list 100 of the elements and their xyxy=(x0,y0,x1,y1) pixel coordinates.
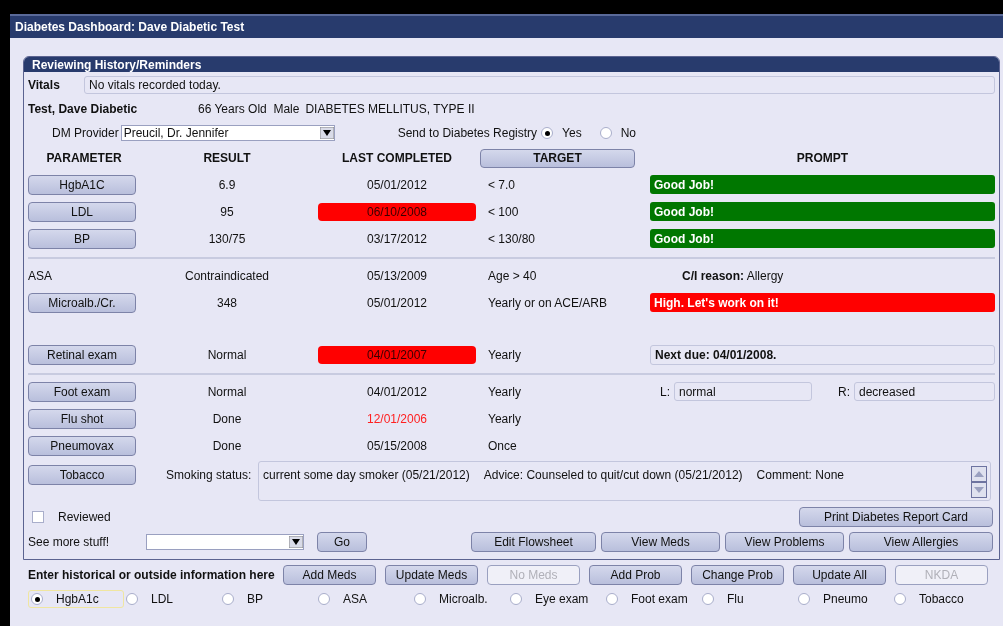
patient-age-sex: 66 Years Old Male xyxy=(198,100,300,118)
view-button[interactable]: View Allergies xyxy=(849,532,993,552)
column-header-button[interactable]: TARGET xyxy=(480,148,635,168)
parameter-button[interactable]: HgbA1C xyxy=(28,174,136,195)
advice-text: Advice: Counseled to quit/cut down (05/21/2012) xyxy=(483,467,743,484)
radio-label: No xyxy=(620,125,636,142)
target-value: Yearly or on ACE/ARB xyxy=(487,294,608,312)
radio-button[interactable] xyxy=(222,593,234,605)
right-label: R: xyxy=(838,383,850,401)
target-value: Yearly xyxy=(487,410,522,428)
radio-button[interactable] xyxy=(798,593,810,605)
parameter-button[interactable]: Foot exam xyxy=(28,381,136,402)
go-button[interactable]: Go xyxy=(317,532,367,552)
result-value: 130/75 xyxy=(207,230,247,248)
result-value: Normal xyxy=(206,346,248,364)
radio-button[interactable] xyxy=(510,593,522,605)
prompt-bar: Good Job! xyxy=(650,229,995,248)
prompt-bar: Good Job! xyxy=(650,202,995,221)
column-header: PARAMETER xyxy=(45,150,123,167)
parameter-button[interactable]: LDL xyxy=(28,201,136,222)
print-button[interactable]: Print Diabetes Report Card xyxy=(799,507,993,527)
target-value: Once xyxy=(487,437,518,455)
entry-button[interactable]: Update Meds xyxy=(385,565,478,585)
radio-label: Yes xyxy=(562,125,582,142)
entry-label: Enter historical or outside information here xyxy=(27,567,276,584)
comment-text: Comment: None xyxy=(756,467,844,484)
result-value: 6.9 xyxy=(217,176,237,194)
last-completed-date: 05/01/2012 xyxy=(366,176,428,194)
checkbox-label: Reviewed xyxy=(58,509,111,526)
result-value: Done xyxy=(211,410,243,428)
vitals-field: No vitals recorded today. xyxy=(84,76,995,94)
window-title-bar: Diabetes Dashboard: Dave Diabetic Test xyxy=(10,14,1003,38)
radio-button[interactable] xyxy=(702,593,714,605)
parameter-button[interactable]: Microalb./Cr. xyxy=(28,292,136,313)
result-value: 348 xyxy=(216,294,238,312)
radio-button[interactable] xyxy=(318,593,330,605)
parameter-button[interactable]: Retinal exam xyxy=(28,344,136,365)
target-value: < 100 xyxy=(487,203,520,221)
vitals-label: Vitals xyxy=(28,77,61,94)
scroll-arrows-icon[interactable] xyxy=(971,466,987,498)
dropdown-arrow-icon[interactable] xyxy=(289,536,303,548)
entry-button[interactable]: Change Prob xyxy=(691,565,784,585)
provider-dropdown[interactable]: Preucil, Dr. Jennifer xyxy=(120,125,335,141)
column-header: LAST COMPLETED xyxy=(341,150,453,167)
entry-button[interactable]: Add Meds xyxy=(283,565,376,585)
radio-label: Eye exam xyxy=(535,591,589,608)
radio-button[interactable] xyxy=(541,127,554,139)
radio-button[interactable] xyxy=(606,593,618,605)
radio-button[interactable] xyxy=(599,127,612,139)
diagnosis: DIABETES MELLITUS, TYPE II xyxy=(305,100,475,118)
column-header: PROMPT xyxy=(795,150,850,167)
target-value: Yearly xyxy=(487,346,522,364)
last-completed-date: 05/01/2012 xyxy=(366,294,428,312)
entry-button[interactable]: Add Prob xyxy=(589,565,682,585)
result-value: Done xyxy=(211,437,243,455)
last-completed-date: 04/01/2012 xyxy=(366,383,428,401)
radio-label: Tobacco xyxy=(919,591,964,608)
right-field[interactable]: decreased xyxy=(854,382,995,401)
radio-label: Pneumo xyxy=(823,591,868,608)
parameter-button[interactable]: Pneumovax xyxy=(28,435,136,456)
last-completed-date: 06/10/2008 xyxy=(318,202,476,221)
prompt-note: Next due: 04/01/2008. xyxy=(650,344,995,365)
prompt-bar: Good Job! xyxy=(650,175,995,194)
column-header: RESULT xyxy=(202,150,252,167)
patient-name: Test, Dave Diabetic xyxy=(28,100,139,118)
view-button[interactable]: View Problems xyxy=(725,532,844,552)
contraindication-reason: C/I reason: Allergy xyxy=(681,267,785,285)
radio-label: HgbA1c xyxy=(56,591,99,608)
see-more-label: See more stuff! xyxy=(28,534,111,551)
last-completed-date: 05/13/2009 xyxy=(366,267,428,285)
radio-button[interactable] xyxy=(414,593,426,605)
radio-button[interactable] xyxy=(31,593,43,605)
radio-label: ASA xyxy=(343,591,367,608)
reviewed-checkbox[interactable] xyxy=(32,511,44,523)
prompt-bar: High. Let's work on it! xyxy=(650,293,995,312)
parameter-button[interactable]: Flu shot xyxy=(28,408,136,429)
parameter-label: ASA xyxy=(28,267,53,285)
view-button[interactable]: Edit Flowsheet xyxy=(471,532,596,552)
last-completed-date: 04/01/2007 xyxy=(318,345,476,364)
panel-title: Reviewing History/Reminders xyxy=(24,57,999,72)
entry-button[interactable]: Update All xyxy=(793,565,886,585)
parameter-button[interactable]: BP xyxy=(28,228,136,249)
provider-label: DM Provider xyxy=(52,125,119,142)
radio-label: Flu xyxy=(727,591,744,608)
radio-label: Microalb. xyxy=(439,591,488,608)
radio-button[interactable] xyxy=(894,593,906,605)
last-completed-date: 05/15/2008 xyxy=(366,437,428,455)
view-button[interactable]: View Meds xyxy=(601,532,720,552)
target-value: < 7.0 xyxy=(487,176,517,194)
left-field[interactable]: normal xyxy=(674,382,812,401)
radio-button[interactable] xyxy=(126,593,138,605)
registry-label: Send to Diabetes Registry xyxy=(397,125,538,142)
result-value: Normal xyxy=(206,383,248,401)
dropdown-arrow-icon[interactable] xyxy=(319,127,334,139)
radio-label: Foot exam xyxy=(631,591,688,608)
smoking-status-text: current some day smoker (05/21/2012) xyxy=(263,467,470,484)
result-value: 95 xyxy=(219,203,235,221)
parameter-button[interactable]: Tobacco xyxy=(28,465,136,485)
target-value: < 130/80 xyxy=(487,230,537,248)
result-value: Contraindicated xyxy=(183,267,271,285)
